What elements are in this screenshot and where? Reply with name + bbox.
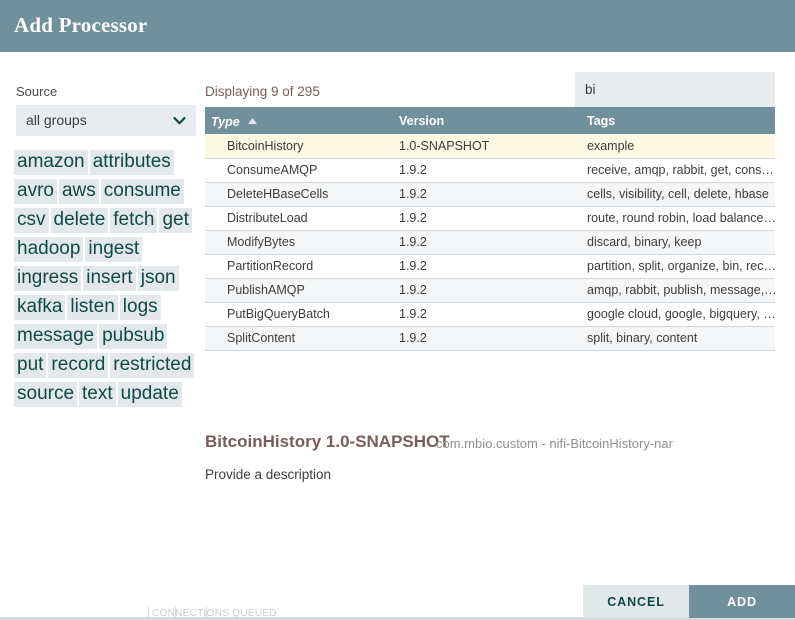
cell-version: 1.9.2 (393, 278, 581, 302)
cell-type: PartitionRecord (205, 254, 393, 278)
source-group-dropdown[interactable]: all groups (16, 105, 196, 136)
cancel-button[interactable]: CANCEL (583, 585, 689, 618)
tag-chip[interactable]: text (79, 382, 116, 407)
cell-type: ConsumeAMQP (205, 158, 393, 182)
cell-version: 1.9.2 (393, 326, 581, 350)
cell-type: DistributeLoad (205, 206, 393, 230)
background-artifact-text: CONNECTIONS QUEUED (152, 608, 277, 619)
filter-search-input[interactable] (575, 72, 775, 107)
background-artifact-tick (206, 607, 207, 619)
cell-version: 1.9.2 (393, 230, 581, 254)
cell-tags: partition, split, organize, bin, rec… (581, 254, 775, 278)
add-button[interactable]: ADD (689, 585, 795, 618)
tag-chip[interactable]: amazon (14, 150, 88, 175)
detail-processor-description: Provide a description (205, 467, 331, 482)
cell-version: 1.9.2 (393, 182, 581, 206)
tag-chip[interactable]: listen (67, 295, 117, 320)
tag-chip[interactable]: ingest (85, 237, 142, 262)
tag-chip[interactable]: kafka (14, 295, 65, 320)
tag-chip[interactable]: hadoop (14, 237, 83, 262)
tag-chip[interactable]: update (118, 382, 182, 407)
table-row[interactable]: BitcoinHistory1.0-SNAPSHOTexample (205, 134, 775, 158)
cell-version: 1.9.2 (393, 206, 581, 230)
cell-tags: discard, binary, keep (581, 230, 775, 254)
tag-chip[interactable]: aws (59, 179, 99, 204)
tag-chip[interactable]: consume (101, 179, 184, 204)
cell-tags: receive, amqp, rabbit, get, cons… (581, 158, 775, 182)
cell-version: 1.0-SNAPSHOT (393, 134, 581, 158)
page-title: Add Processor (14, 13, 147, 38)
tag-chip[interactable]: restricted (110, 353, 194, 378)
tag-chip[interactable]: delete (51, 208, 109, 233)
cell-type: DeleteHBaseCells (205, 182, 393, 206)
table-row[interactable]: PutBigQueryBatch1.9.2google cloud, googl… (205, 302, 775, 326)
tag-chip[interactable]: attributes (90, 150, 174, 175)
table-head: Type Version Tags (205, 107, 775, 134)
background-artifact-tick (148, 607, 149, 619)
cell-type: BitcoinHistory (205, 134, 393, 158)
cell-tags: route, round robin, load balance… (581, 206, 775, 230)
background-artifact-tick (175, 607, 176, 619)
add-processor-dialog: CONNECTIONS QUEUED Add Processor Source … (0, 0, 795, 620)
cell-tags: google cloud, google, bigquery, … (581, 302, 775, 326)
tag-chip[interactable]: record (48, 353, 108, 378)
cell-version: 1.9.2 (393, 158, 581, 182)
tag-chip[interactable]: json (138, 266, 179, 291)
cell-version: 1.9.2 (393, 302, 581, 326)
tag-chip[interactable]: ingress (14, 266, 81, 291)
table-header-row: Type Version Tags (205, 107, 775, 134)
tag-chip[interactable]: get (159, 208, 191, 233)
tag-chip[interactable]: put (14, 353, 46, 378)
tag-chip[interactable]: csv (14, 208, 49, 233)
cell-type: ModifyBytes (205, 230, 393, 254)
table-row[interactable]: SplitContent1.9.2split, binary, content (205, 326, 775, 350)
column-header-tags[interactable]: Tags (581, 107, 775, 134)
table-row[interactable]: DeleteHBaseCells1.9.2cells, visibility, … (205, 182, 775, 206)
sort-ascending-icon (248, 113, 257, 127)
source-label: Source (16, 84, 57, 99)
tag-chip[interactable]: insert (83, 266, 135, 291)
cell-type: SplitContent (205, 326, 393, 350)
tag-chip[interactable]: source (14, 382, 77, 407)
table-row[interactable]: ModifyBytes1.9.2discard, binary, keep (205, 230, 775, 254)
results-count: Displaying 9 of 295 (205, 84, 320, 99)
detail-processor-coordinates: com.mbio.custom - nifi-BitcoinHistory-na… (436, 436, 673, 451)
cell-tags: cells, visibility, cell, delete, hbase (581, 182, 775, 206)
chevron-down-icon (173, 114, 186, 127)
tag-cloud: amazonattributes avroawsconsume csvdeletef… (14, 150, 202, 411)
tag-chip[interactable]: avro (14, 179, 57, 204)
cell-type: PutBigQueryBatch (205, 302, 393, 326)
tag-chip[interactable]: pubsub (99, 324, 167, 349)
processor-table-container[interactable]: Type Version Tags BitcoinHistory1.0-SNAP… (205, 107, 775, 355)
tag-chip[interactable]: fetch (110, 208, 157, 233)
column-header-type-label: Type (211, 115, 240, 129)
table-row[interactable]: ConsumeAMQP1.9.2receive, amqp, rabbit, g… (205, 158, 775, 182)
column-header-type[interactable]: Type (205, 107, 393, 134)
tag-chip[interactable]: message (14, 324, 97, 349)
table-body: BitcoinHistory1.0-SNAPSHOTexampleConsume… (205, 134, 775, 350)
source-group-selected-value: all groups (26, 112, 87, 128)
cell-version: 1.9.2 (393, 254, 581, 278)
detail-processor-name: BitcoinHistory 1.0-SNAPSHOT (205, 432, 450, 452)
tag-chip[interactable]: logs (120, 295, 161, 320)
cell-tags: split, binary, content (581, 326, 775, 350)
table-row[interactable]: PartitionRecord1.9.2partition, split, or… (205, 254, 775, 278)
dialog-header: Add Processor (0, 0, 795, 52)
cell-tags: amqp, rabbit, publish, message,… (581, 278, 775, 302)
column-header-version[interactable]: Version (393, 107, 581, 134)
cell-tags: example (581, 134, 775, 158)
table-row[interactable]: DistributeLoad1.9.2route, round robin, l… (205, 206, 775, 230)
processor-table: Type Version Tags BitcoinHistory1.0-SNAP… (205, 107, 775, 351)
cell-type: PublishAMQP (205, 278, 393, 302)
table-row[interactable]: PublishAMQP1.9.2amqp, rabbit, publish, m… (205, 278, 775, 302)
